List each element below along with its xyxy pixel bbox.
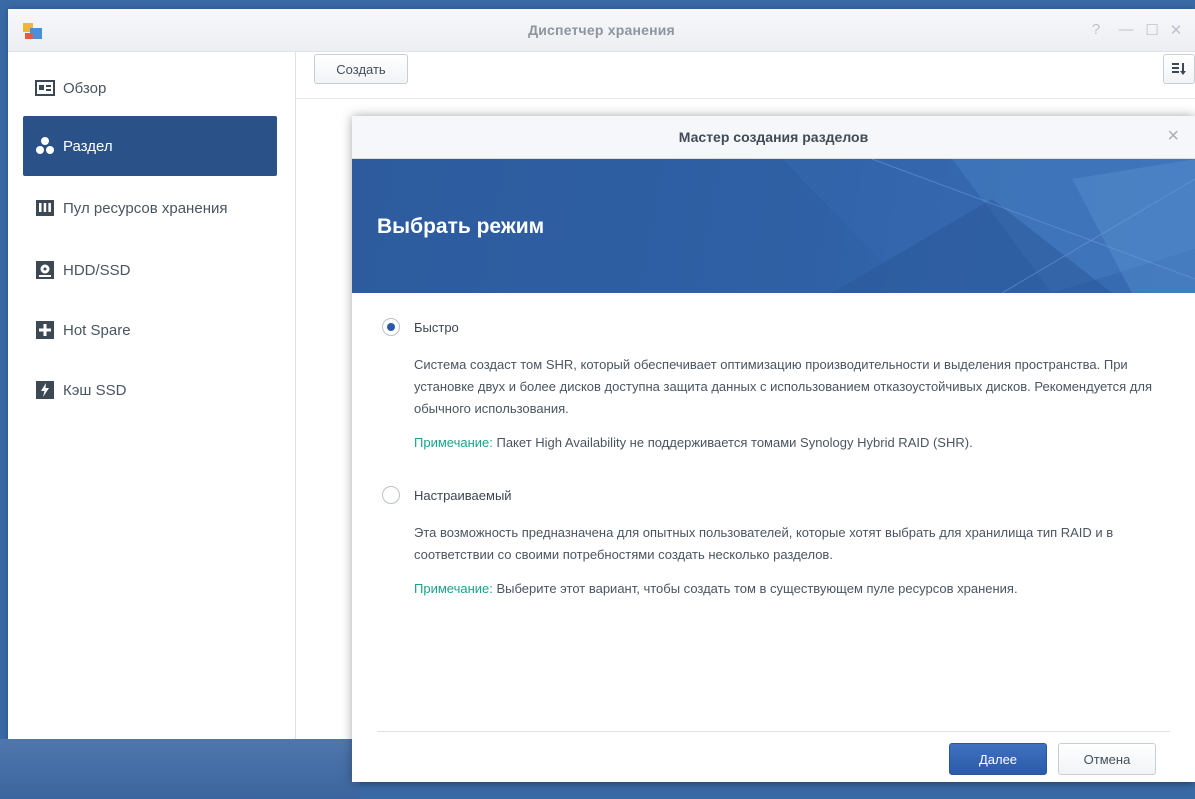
sidebar-item-volume[interactable]: Раздел xyxy=(23,116,277,176)
option-label: Быстро xyxy=(414,319,459,335)
note-label: Примечание: xyxy=(414,435,493,450)
option-note: Примечание: Пакет High Availability не п… xyxy=(414,432,1162,454)
close-icon[interactable]: × xyxy=(1167,125,1179,148)
option-note: Примечание: Выберите этот вариант, чтобы… xyxy=(414,578,1162,600)
title-bar: Диспетчер хранения ? — ☐ ✕ xyxy=(8,9,1195,52)
wizard-body: Быстро Система создаст том SHR, который … xyxy=(382,316,1162,600)
hot-spare-icon xyxy=(36,321,54,339)
ssd-cache-icon xyxy=(36,381,54,399)
sidebar-item-ssd-cache[interactable]: Кэш SSD xyxy=(23,360,277,420)
volume-icon xyxy=(36,137,54,154)
next-button[interactable]: Далее xyxy=(949,743,1047,775)
wizard-title-bar: Мастер создания разделов × xyxy=(352,116,1195,159)
wizard-banner: Выбрать режим xyxy=(352,159,1195,293)
sidebar-item-label: HDD/SSD xyxy=(63,261,131,279)
storage-pool-icon xyxy=(36,200,54,216)
volume-creation-wizard: Мастер создания разделов × Выбрать режим… xyxy=(352,116,1195,782)
note-text: Выберите этот вариант, чтобы создать том… xyxy=(496,581,1018,596)
option-custom[interactable]: Настраиваемый xyxy=(382,484,1162,506)
radio-quick[interactable] xyxy=(382,318,400,336)
option-label: Настраиваемый xyxy=(414,487,512,503)
window-title: Диспетчер хранения xyxy=(528,22,675,38)
sidebar-item-label: Пул ресурсов хранения xyxy=(63,199,228,217)
sidebar-item-label: Обзор xyxy=(63,79,107,97)
hdd-icon xyxy=(36,261,54,279)
option-quick[interactable]: Быстро xyxy=(382,316,1162,338)
maximize-icon[interactable]: ☐ xyxy=(1144,21,1160,39)
option-description: Эта возможность предназначена для опытны… xyxy=(414,525,1114,562)
sidebar-item-label: Hot Spare xyxy=(63,321,131,339)
radio-custom[interactable] xyxy=(382,486,400,504)
minimize-icon[interactable]: — xyxy=(1118,21,1134,38)
create-button[interactable]: Создать xyxy=(314,54,408,84)
sidebar-item-label: Кэш SSD xyxy=(63,381,127,399)
sidebar-item-hdd-ssd[interactable]: HDD/SSD xyxy=(23,240,277,300)
note-label: Примечание: xyxy=(414,581,493,596)
sidebar-item-hot-spare[interactable]: Hot Spare xyxy=(23,300,277,360)
close-icon[interactable]: ✕ xyxy=(1168,21,1184,39)
note-text: Пакет High Availability не поддерживаетс… xyxy=(496,435,973,450)
overview-icon xyxy=(35,80,55,96)
sidebar-item-storage-pool[interactable]: Пул ресурсов хранения xyxy=(23,178,277,238)
background-band xyxy=(0,739,360,799)
footer-divider xyxy=(377,731,1170,732)
wizard-title: Мастер создания разделов xyxy=(678,129,869,145)
option-description: Система создаст том SHR, который обеспеч… xyxy=(414,357,1153,416)
cancel-button[interactable]: Отмена xyxy=(1058,743,1156,775)
toolbar: Создать xyxy=(296,52,1195,99)
help-icon[interactable]: ? xyxy=(1088,21,1104,38)
sort-icon xyxy=(1172,63,1186,75)
sidebar: Обзор Раздел Пул ресурсов хранения HDD/S… xyxy=(8,52,296,782)
sidebar-item-overview[interactable]: Обзор xyxy=(23,58,277,118)
sort-button[interactable] xyxy=(1163,54,1195,84)
sidebar-item-label: Раздел xyxy=(63,137,113,155)
wizard-heading: Выбрать режим xyxy=(377,215,545,238)
